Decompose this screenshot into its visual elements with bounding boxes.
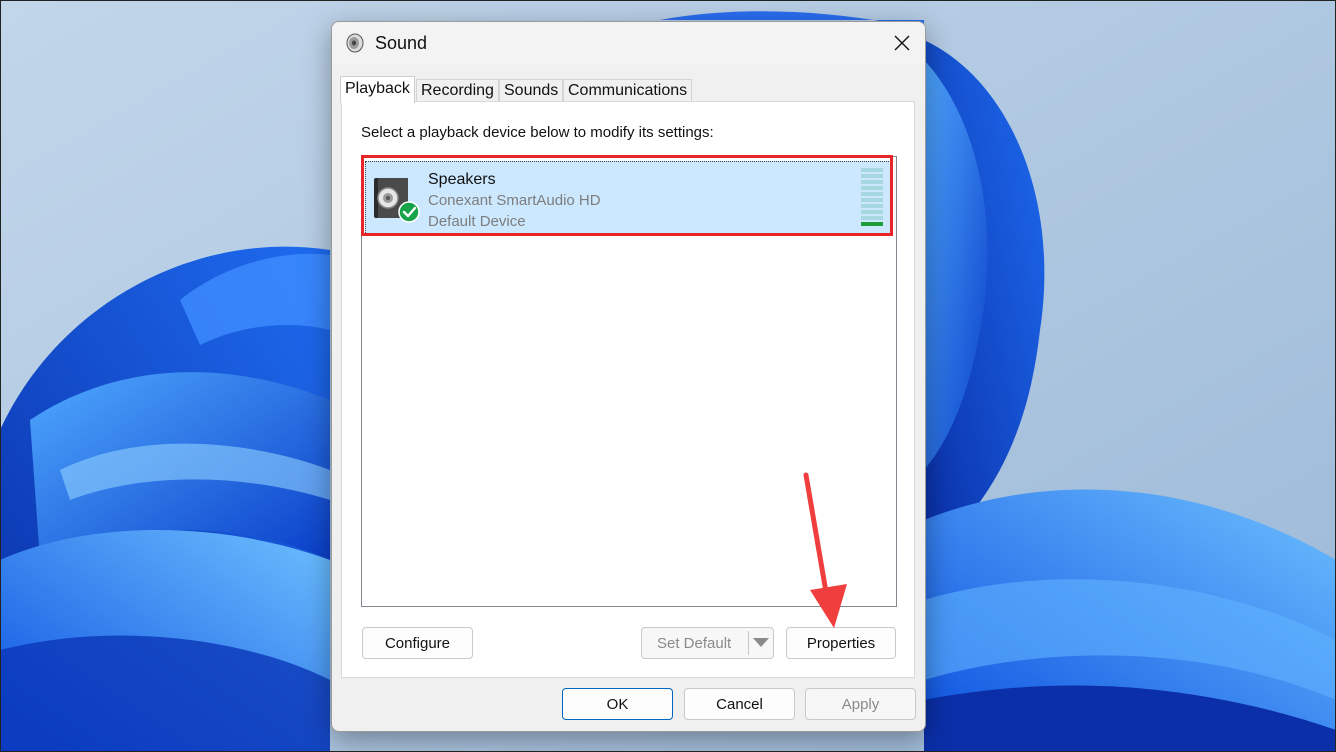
close-button[interactable] xyxy=(879,22,925,64)
device-item-speakers[interactable]: Speakers Conexant SmartAudio HD Default … xyxy=(365,161,891,235)
device-status: Default Device xyxy=(428,213,526,230)
ok-button[interactable]: OK xyxy=(562,688,673,720)
properties-button[interactable]: Properties xyxy=(786,627,896,659)
cancel-button[interactable]: Cancel xyxy=(684,688,795,720)
window-title: Sound xyxy=(375,33,428,53)
title-bar[interactable]: Sound xyxy=(332,22,925,64)
instruction-text: Select a playback device below to modify… xyxy=(361,124,714,141)
set-default-label: Set Default xyxy=(657,634,732,652)
chevron-down-icon[interactable] xyxy=(753,638,769,647)
tab-recording[interactable]: Recording xyxy=(416,79,499,102)
close-icon xyxy=(894,35,910,51)
speaker-icon xyxy=(346,33,364,53)
device-name: Speakers xyxy=(428,171,496,188)
device-driver: Conexant SmartAudio HD xyxy=(428,192,601,209)
tab-communications[interactable]: Communications xyxy=(563,79,693,102)
playback-panel: Select a playback device below to modify… xyxy=(341,101,915,678)
tab-sounds[interactable]: Sounds xyxy=(499,79,564,102)
default-check-icon xyxy=(398,201,420,223)
split-divider xyxy=(748,631,749,655)
apply-button[interactable]: Apply xyxy=(805,688,916,720)
set-default-button[interactable]: Set Default xyxy=(641,627,774,659)
volume-level-meter xyxy=(861,168,883,228)
tab-playback[interactable]: Playback xyxy=(340,76,415,103)
sound-dialog: Sound Playback Recording Sounds Communic… xyxy=(331,21,926,732)
speaker-device-icon xyxy=(374,178,420,223)
configure-button[interactable]: Configure xyxy=(362,627,473,659)
device-list[interactable]: Speakers Conexant SmartAudio HD Default … xyxy=(361,155,897,607)
